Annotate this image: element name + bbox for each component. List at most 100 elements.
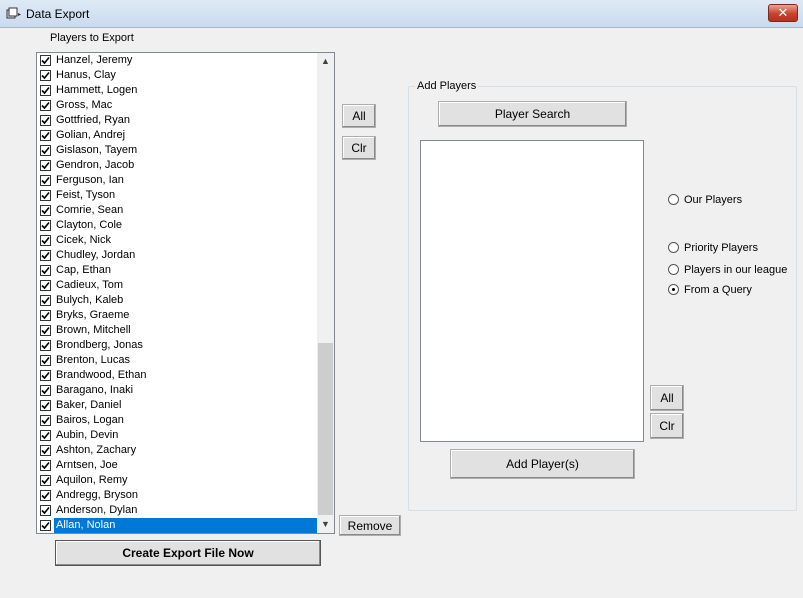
player-checkbox[interactable] [40, 55, 51, 66]
player-row[interactable]: Chudley, Jordan [38, 248, 317, 263]
player-checkbox[interactable] [40, 280, 51, 291]
player-name: Brenton, Lucas [56, 354, 130, 366]
player-checkbox[interactable] [40, 265, 51, 276]
radio-label: Our Players [684, 194, 743, 206]
player-row[interactable]: Gross, Mac [38, 98, 317, 113]
player-checkbox[interactable] [40, 130, 51, 141]
player-checkbox[interactable] [40, 85, 51, 96]
checkmark-icon [41, 146, 50, 155]
clear-results-button[interactable]: Clr [650, 413, 684, 439]
player-name: Golian, Andrej [56, 129, 126, 141]
close-button[interactable]: ✕ [768, 4, 798, 22]
player-row[interactable]: Allan, Nolan [38, 518, 317, 533]
player-checkbox[interactable] [40, 400, 51, 411]
player-checkbox[interactable] [40, 250, 51, 261]
checkmark-icon [41, 266, 50, 275]
player-row[interactable]: Ferguson, Ian [38, 173, 317, 188]
player-row[interactable]: Comrie, Sean [38, 203, 317, 218]
radio-dot[interactable] [668, 264, 679, 275]
radio-dot[interactable] [668, 194, 679, 205]
player-row[interactable]: Arntsen, Joe [38, 458, 317, 473]
search-results-listbox[interactable] [420, 140, 644, 442]
checkmark-icon [41, 86, 50, 95]
player-row[interactable]: Brown, Mitchell [38, 323, 317, 338]
player-checkbox[interactable] [40, 205, 51, 216]
player-row[interactable]: Baragano, Inaki [38, 383, 317, 398]
player-checkbox[interactable] [40, 70, 51, 81]
scroll-down-icon[interactable]: ▼ [317, 516, 334, 533]
radio-dot[interactable] [668, 284, 679, 295]
player-row[interactable]: Cicek, Nick [38, 233, 317, 248]
player-row[interactable]: Aquilon, Remy [38, 473, 317, 488]
player-row[interactable]: Ashton, Zachary [38, 443, 317, 458]
player-row[interactable]: Cap, Ethan [38, 263, 317, 278]
player-row[interactable]: Andregg, Bryson [38, 488, 317, 503]
player-checkbox[interactable] [40, 520, 51, 531]
player-checkbox[interactable] [40, 115, 51, 126]
scroll-up-icon[interactable]: ▲ [317, 53, 334, 70]
player-checkbox[interactable] [40, 175, 51, 186]
player-row[interactable]: Gislason, Tayem [38, 143, 317, 158]
checkmark-icon [41, 371, 50, 380]
player-checkbox[interactable] [40, 430, 51, 441]
player-name: Feist, Tyson [56, 189, 116, 201]
player-name: Bulych, Kaleb [56, 294, 124, 306]
checkmark-icon [41, 356, 50, 365]
create-export-button[interactable]: Create Export File Now [55, 540, 321, 566]
player-row[interactable]: Gendron, Jacob [38, 158, 317, 173]
players-listbox[interactable]: Hanzel, Jeremy Hanus, Clay Hammett, Logen G… [36, 52, 335, 534]
player-checkbox[interactable] [40, 445, 51, 456]
checkmark-icon [41, 281, 50, 290]
player-row[interactable]: Cadieux, Tom [38, 278, 317, 293]
player-checkbox[interactable] [40, 415, 51, 426]
scroll-thumb[interactable] [318, 343, 333, 515]
player-row[interactable]: Hanus, Clay [38, 68, 317, 83]
checkmark-icon [41, 101, 50, 110]
player-checkbox[interactable] [40, 310, 51, 321]
players-scrollbar[interactable]: ▲ ▼ [317, 53, 334, 533]
player-checkbox[interactable] [40, 355, 51, 366]
player-checkbox[interactable] [40, 160, 51, 171]
player-row[interactable]: Baker, Daniel [38, 398, 317, 413]
player-checkbox[interactable] [40, 460, 51, 471]
player-row[interactable]: Golian, Andrej [38, 128, 317, 143]
player-name: Allan, Nolan [54, 518, 317, 533]
player-row[interactable]: Brondberg, Jonas [38, 338, 317, 353]
player-row[interactable]: Gottfried, Ryan [38, 113, 317, 128]
player-row[interactable]: Hanzel, Jeremy [38, 53, 317, 68]
player-checkbox[interactable] [40, 190, 51, 201]
player-checkbox[interactable] [40, 145, 51, 156]
player-name: Chudley, Jordan [56, 249, 136, 261]
clear-players-button[interactable]: Clr [342, 136, 376, 160]
checkmark-icon [41, 326, 50, 335]
player-checkbox[interactable] [40, 295, 51, 306]
select-all-results-button[interactable]: All [650, 385, 684, 411]
player-checkbox[interactable] [40, 235, 51, 246]
remove-button[interactable]: Remove [339, 515, 401, 536]
add-players-button[interactable]: Add Player(s) [450, 449, 635, 479]
player-row[interactable]: Clayton, Cole [38, 218, 317, 233]
player-row[interactable]: Bryks, Graeme [38, 308, 317, 323]
select-all-players-button[interactable]: All [342, 104, 376, 128]
player-row[interactable]: Bulych, Kaleb [38, 293, 317, 308]
player-row[interactable]: Aubin, Devin [38, 428, 317, 443]
player-checkbox[interactable] [40, 325, 51, 336]
players-to-export-label: Players to Export [50, 32, 134, 44]
player-checkbox[interactable] [40, 370, 51, 381]
player-row[interactable]: Hammett, Logen [38, 83, 317, 98]
player-row[interactable]: Feist, Tyson [38, 188, 317, 203]
player-checkbox[interactable] [40, 340, 51, 351]
radio-dot[interactable] [668, 242, 679, 253]
player-row[interactable]: Anderson, Dylan [38, 503, 317, 518]
player-checkbox[interactable] [40, 505, 51, 516]
player-checkbox[interactable] [40, 475, 51, 486]
player-checkbox[interactable] [40, 385, 51, 396]
app-icon[interactable] [6, 7, 22, 21]
player-search-button[interactable]: Player Search [438, 101, 627, 127]
player-row[interactable]: Brenton, Lucas [38, 353, 317, 368]
player-row[interactable]: Brandwood, Ethan [38, 368, 317, 383]
player-checkbox[interactable] [40, 100, 51, 111]
player-checkbox[interactable] [40, 490, 51, 501]
player-checkbox[interactable] [40, 220, 51, 231]
player-row[interactable]: Bairos, Logan [38, 413, 317, 428]
